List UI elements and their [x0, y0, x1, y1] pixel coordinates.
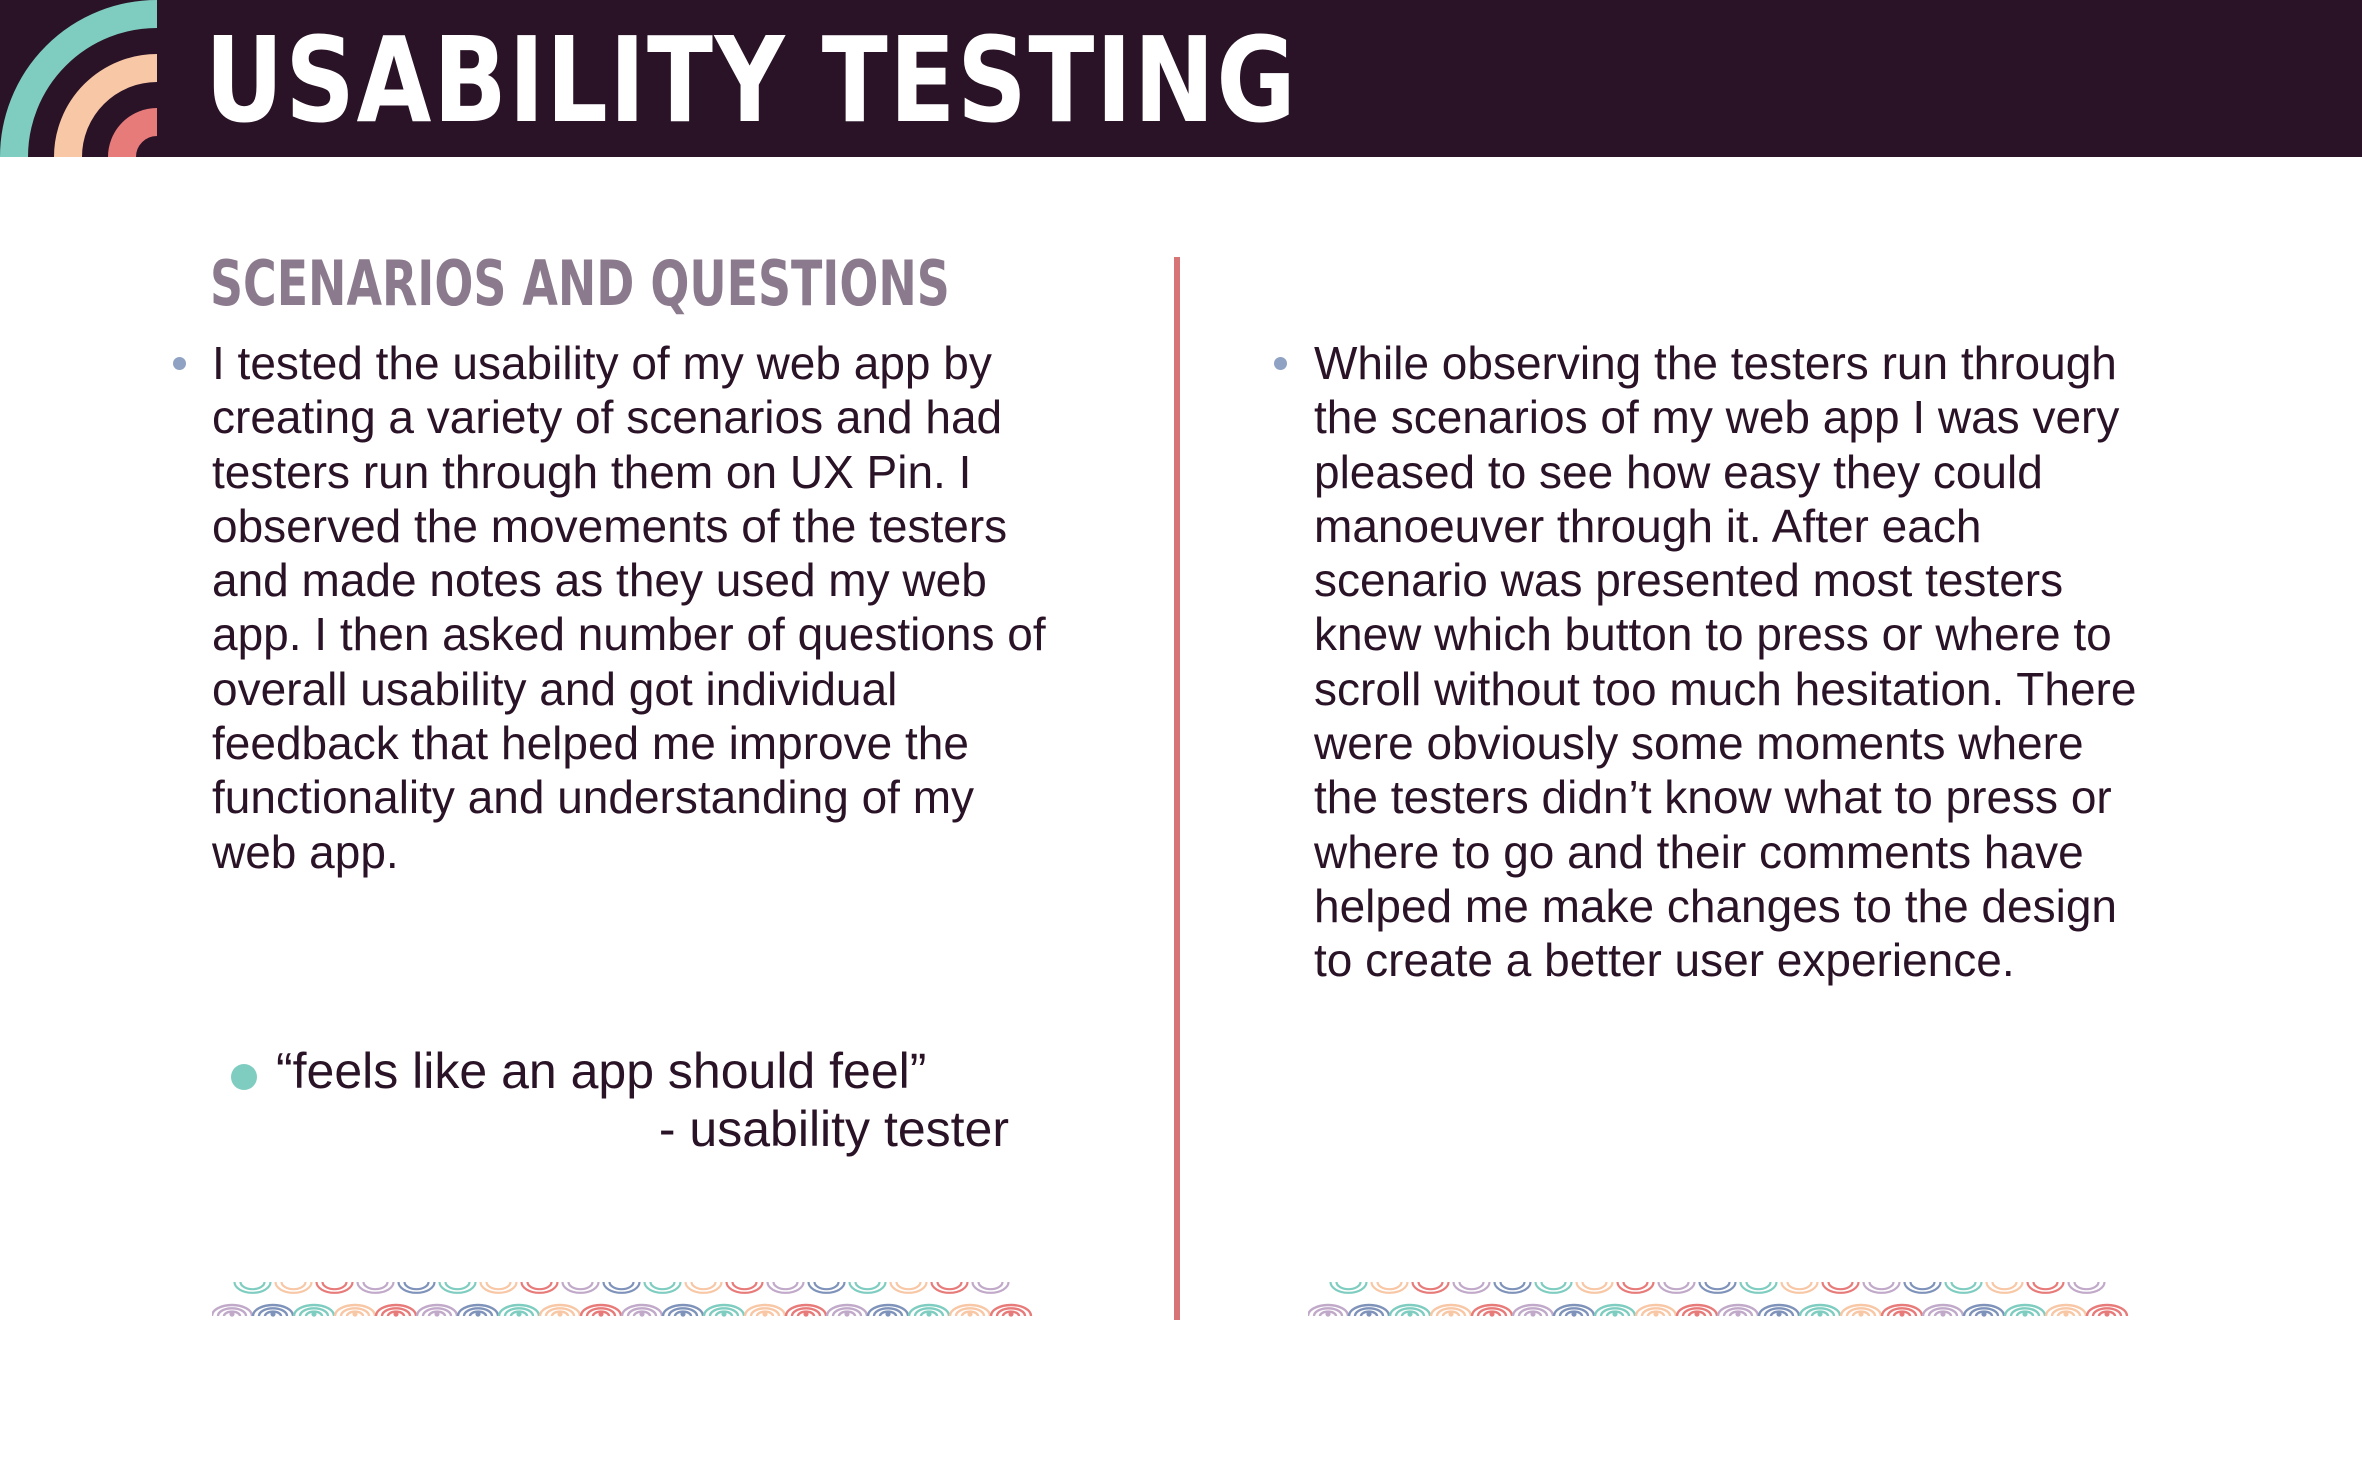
page-title: USABILITY TESTING [205, 11, 1298, 149]
right-paragraph: While observing the testers run through … [1314, 337, 2137, 987]
wave-pattern-left-icon [212, 1281, 1033, 1317]
left-column: I tested the usability of my web app by … [173, 336, 1052, 879]
left-paragraph: I tested the usability of my web app by … [212, 337, 1046, 878]
concentric-arcs-logo-icon [0, 0, 158, 157]
wave-scallop [989, 1303, 1033, 1317]
section-heading: SCENARIOS AND QUESTIONS [210, 247, 950, 320]
bullet-dot-icon [1274, 357, 1287, 370]
tester-quote: “feels like an app should feel” - usabil… [231, 1042, 1011, 1158]
right-column: While observing the testers run through … [1274, 336, 2154, 988]
quote-attribution: - usability tester [658, 1101, 1009, 1157]
quote-text: “feels like an app should feel” [276, 1043, 927, 1099]
wave-scallop [2085, 1303, 2129, 1317]
wave-pattern-right-icon [1308, 1281, 2129, 1317]
column-divider [1174, 257, 1180, 1320]
bullet-dot-icon [173, 357, 186, 370]
title-banner: USABILITY TESTING [0, 0, 2362, 157]
slide: USABILITY TESTING SCENARIOS AND QUESTION… [0, 0, 2362, 1476]
quote-bullet-icon [231, 1064, 257, 1090]
